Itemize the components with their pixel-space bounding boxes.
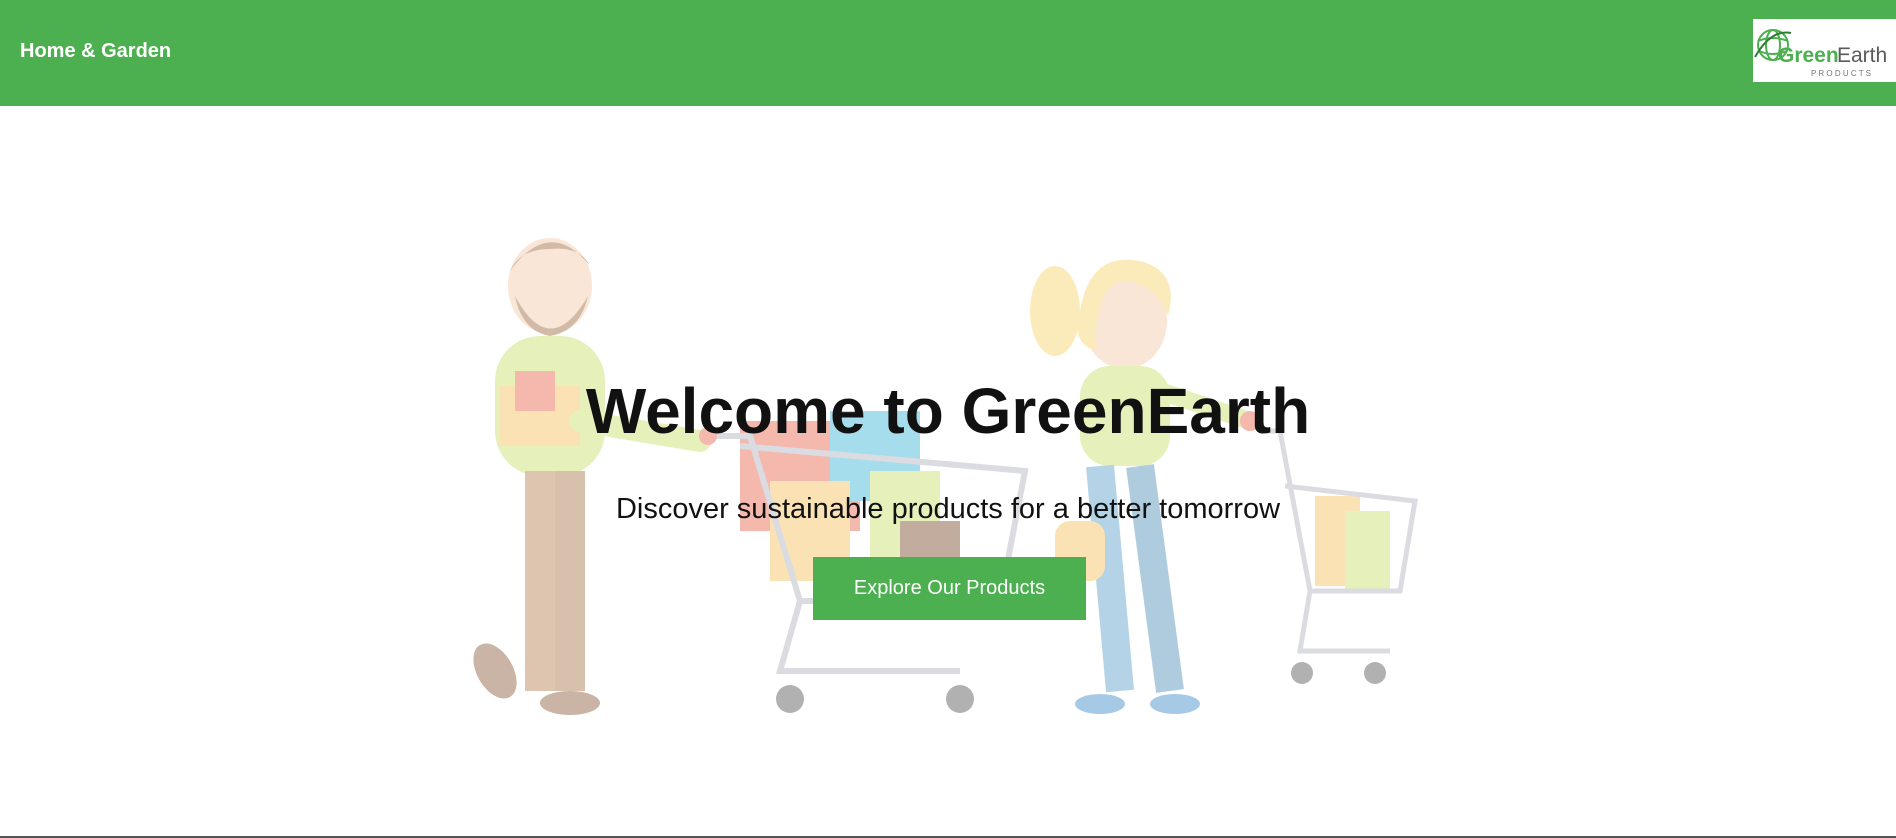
globe-logo-icon: Green Earth P R O D U C T S <box>1754 29 1887 78</box>
logo-word-earth: Earth <box>1837 44 1887 67</box>
greenearth-logo[interactable]: Green Earth P R O D U C T S <box>1753 19 1896 82</box>
logo-word-green: Green <box>1778 44 1839 67</box>
man-figure <box>473 238 711 715</box>
hero-title: Welcome to GreenEarth <box>585 375 1311 447</box>
explore-products-button[interactable]: Explore Our Products <box>813 557 1086 620</box>
top-navigation-bar: Home & Garden Green Earth P R O D U C T … <box>0 0 1896 106</box>
small-shopping-cart <box>1260 428 1418 684</box>
woman-figure <box>1030 259 1260 714</box>
logo-tagline: P R O D U C T S <box>1811 69 1871 78</box>
hero-section: Welcome to GreenEarth Discover sustainab… <box>0 106 1896 836</box>
home-garden-link[interactable]: Home & Garden <box>20 40 171 63</box>
hero-subtitle: Discover sustainable products for a bett… <box>615 493 1281 525</box>
shoppers-with-carts-illustration <box>473 238 1418 715</box>
